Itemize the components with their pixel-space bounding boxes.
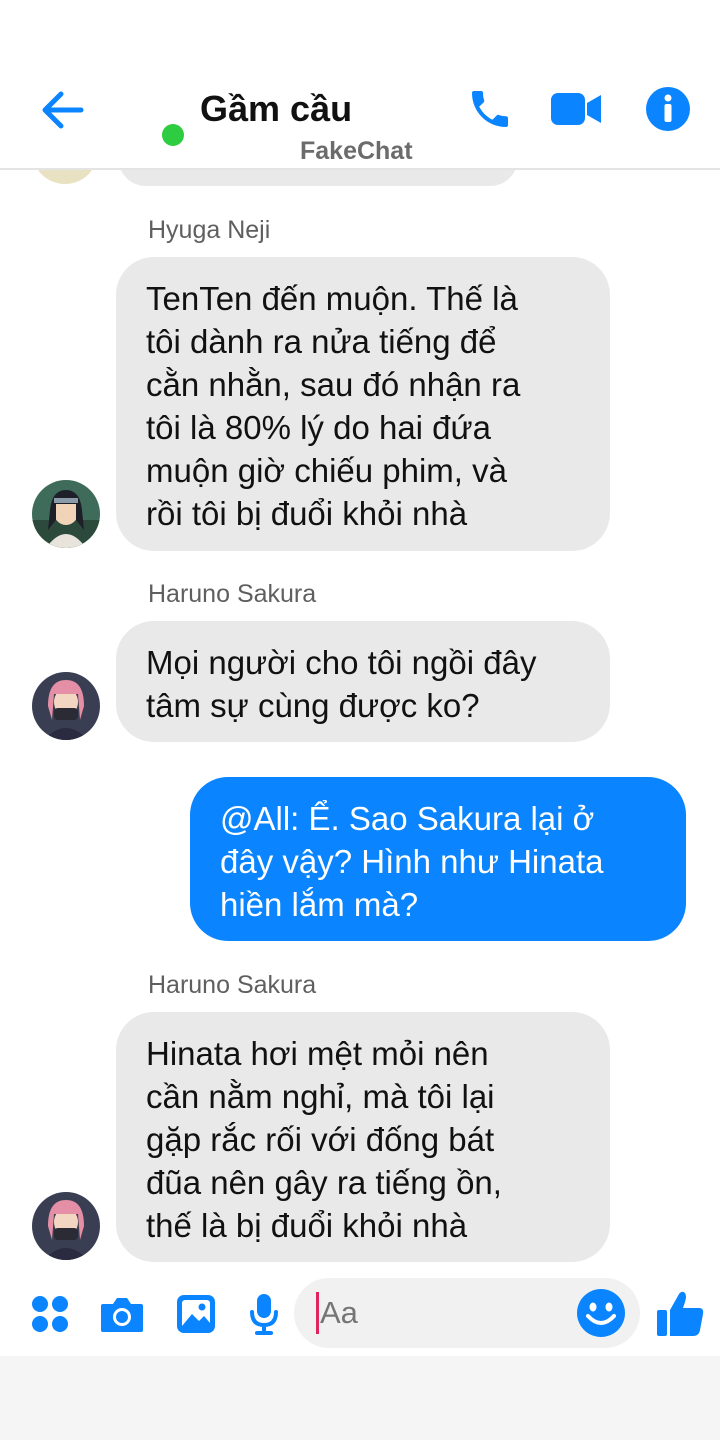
message-line: Mọi người cho tôi ngồi đây (146, 644, 537, 681)
message-line: tôi dành ra nửa tiếng để (146, 323, 497, 360)
message-line: TenTen đến muộn. Thế là (146, 280, 518, 317)
message-bubble[interactable]: Hinata hơi mệt mỏi nên cần nằm nghỉ, mà … (116, 1012, 610, 1262)
smiley-icon[interactable] (576, 1288, 626, 1338)
sender-name: Haruno Sakura (148, 580, 317, 608)
message-line: muộn giờ chiếu phim, và (146, 452, 507, 489)
message-line: gặp rắc rối với đống bát (146, 1121, 495, 1158)
video-camera-icon[interactable] (549, 84, 603, 134)
avatar (32, 170, 98, 184)
thumbs-up-icon[interactable] (652, 1288, 708, 1340)
message-line: đũa nên gây ra tiếng ồn, (146, 1164, 502, 1201)
avatar[interactable] (32, 1192, 100, 1260)
message-line: rồi tôi bị đuổi khỏi nhà (146, 495, 468, 532)
chat-header: Gầm cầu FakeChat (0, 0, 720, 170)
info-icon[interactable] (643, 84, 693, 134)
message-input-container[interactable] (294, 1278, 640, 1348)
message-line: cằn nhằn, sau đó nhận ra (146, 366, 521, 403)
avatar[interactable] (32, 480, 100, 548)
camera-icon[interactable] (98, 1288, 146, 1340)
online-status-dot (162, 124, 184, 146)
message-line: hiền lắm mà? (220, 886, 419, 923)
sender-name: Haruno Sakura (148, 971, 317, 999)
message-line: cần nằm nghỉ, mà tôi lại (146, 1078, 495, 1115)
message-composer (0, 1276, 720, 1356)
message-line: tâm sự cùng được ko? (146, 687, 480, 724)
message-bubble[interactable]: Mọi người cho tôi ngồi đây tâm sự cùng đ… (116, 621, 610, 742)
text-cursor (316, 1292, 319, 1334)
image-icon[interactable] (172, 1288, 220, 1340)
message-bubble[interactable]: TenTen đến muộn. Thế là tôi dành ra nửa … (116, 257, 610, 551)
message-line: thế là bị đuổi khỏi nhà (146, 1207, 468, 1244)
microphone-icon[interactable] (240, 1288, 288, 1340)
apps-grid-icon[interactable] (26, 1288, 74, 1340)
message-line: Hinata hơi mệt mỏi nên (146, 1035, 489, 1072)
chat-title[interactable]: Gầm cầu (200, 88, 352, 130)
chat-subtitle: FakeChat (300, 137, 413, 165)
message-line: đây vậy? Hình như Hinata (220, 843, 604, 880)
message-line: @All: Ể. Sao Sakura lại ở (220, 800, 595, 837)
system-navigation-area (0, 1356, 720, 1440)
message-line: tôi là 80% lý do hai đứa (146, 409, 491, 446)
message-bubble-outgoing[interactable]: @All: Ể. Sao Sakura lại ở đây vậy? Hình … (190, 777, 686, 941)
phone-icon[interactable] (465, 84, 515, 134)
message-bubble (118, 170, 518, 186)
back-arrow-icon[interactable] (36, 84, 88, 136)
avatar[interactable] (32, 672, 100, 740)
message-list[interactable]: Hyuga Neji TenTen đến muộn. Thế là tôi d… (0, 170, 720, 1276)
message-input[interactable] (320, 1295, 570, 1331)
sender-name: Hyuga Neji (148, 216, 271, 244)
